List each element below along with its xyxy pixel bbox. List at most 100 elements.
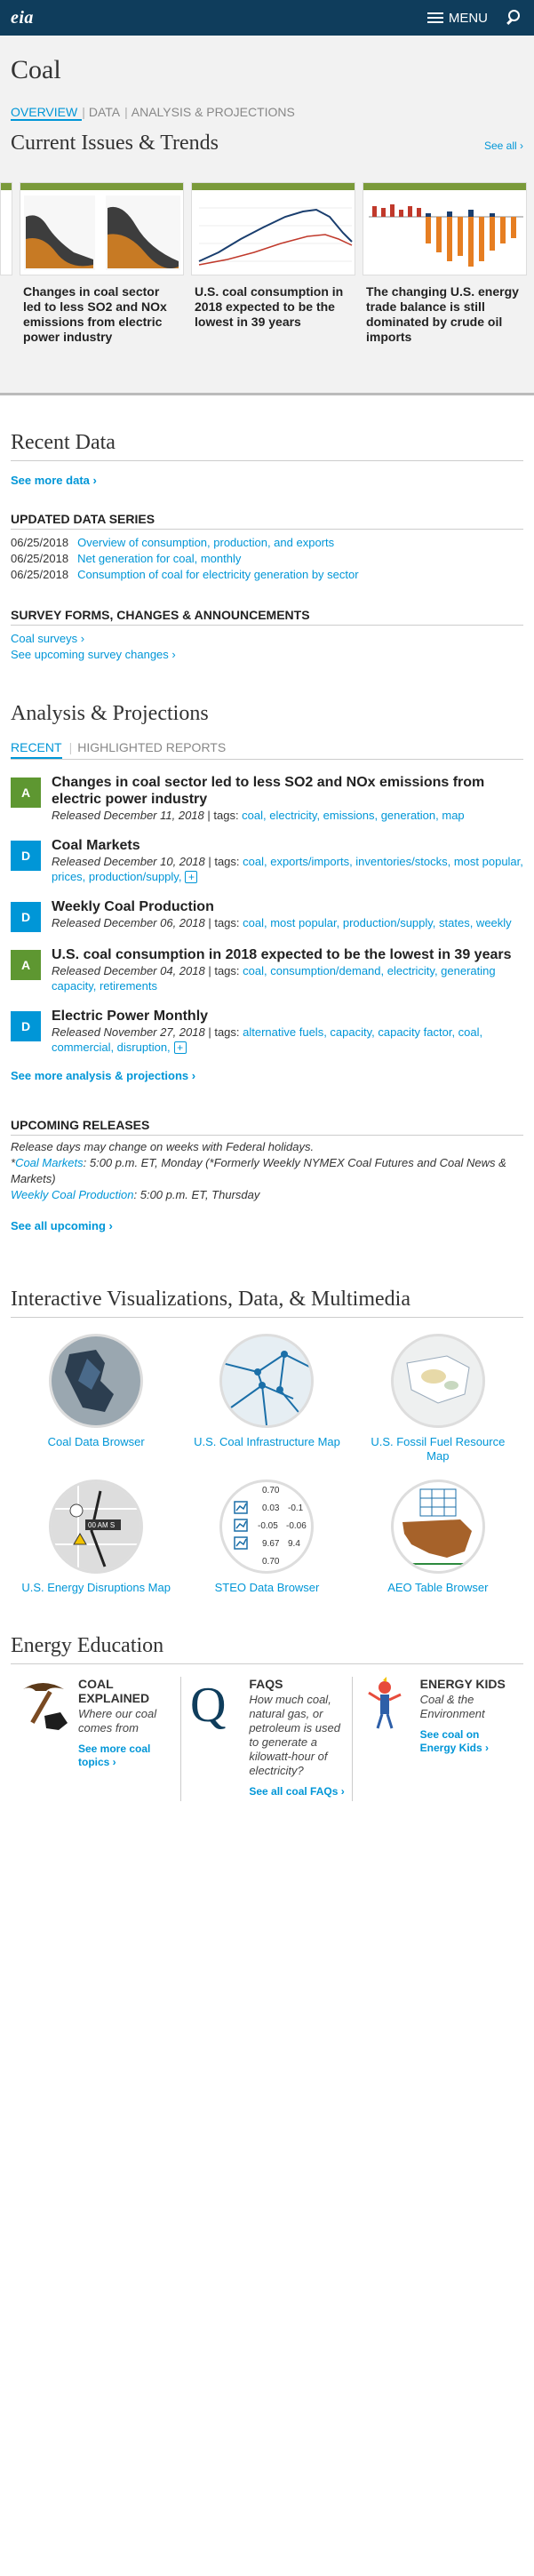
carousel-card[interactable]: U.S. coal consumption in 2018 expected t… (191, 182, 355, 364)
us-map-table-icon (390, 1479, 485, 1574)
steo-value: -0.1 (288, 1503, 304, 1513)
see-all-upcoming-link[interactable]: See all upcoming › (11, 1219, 523, 1232)
data-series-row: 06/25/2018 Overview of consumption, prod… (11, 535, 523, 551)
tab-recent[interactable]: RECENT (11, 740, 62, 759)
report-tags[interactable]: coal, most popular, production/supply, s… (243, 916, 512, 929)
menu-button[interactable]: MENU (426, 11, 488, 26)
subnav-data[interactable]: DATA (89, 105, 124, 121)
coal-markets-link[interactable]: Coal Markets (15, 1156, 84, 1169)
data-series-row: 06/25/2018 Consumption of coal for elect… (11, 567, 523, 583)
viz-coal-infrastructure-map[interactable]: U.S. Coal Infrastructure Map (181, 1334, 352, 1463)
line-chart-thumbnail (191, 182, 355, 275)
bar-chart-thumbnail (363, 182, 527, 275)
steo-value: 0.70 (262, 1557, 280, 1567)
hamburger-icon (426, 12, 443, 23)
steo-value: -0.06 (286, 1521, 307, 1531)
ee-title: ENERGY KIDS (419, 1677, 506, 1691)
trends-carousel: Changes in coal sector led to less SO2 a… (0, 173, 534, 395)
page-header: Coal OVERVIEW | DATA | ANALYSIS & PROJEC… (0, 36, 534, 173)
report-title[interactable]: Coal Markets (52, 837, 523, 854)
viz-label: STEO Data Browser (214, 1581, 320, 1594)
data-series-link[interactable]: Consumption of coal for electricity gene… (77, 567, 359, 583)
carousel-card[interactable]: The changing U.S. energy trade balance i… (363, 182, 527, 364)
report-item: A U.S. coal consumption in 2018 expected… (11, 946, 523, 993)
upcoming-survey-changes-link[interactable]: See upcoming survey changes › (11, 647, 523, 663)
card-title: The changing U.S. energy trade balance i… (366, 284, 519, 344)
steo-value: -0.05 (258, 1521, 278, 1531)
tags-label: | tags: (203, 809, 243, 822)
energy-kids-mascot-icon (358, 1677, 413, 1732)
ee-title: FAQS (249, 1677, 283, 1691)
subnav-analysis-projections[interactable]: ANALYSIS & PROJECTIONS (132, 105, 299, 121)
coal-surveys-link[interactable]: Coal surveys › (11, 631, 523, 647)
disruption-time-label: 00 AM S (88, 1521, 115, 1529)
viz-steo-data-browser[interactable]: 0.70 0.03 -0.1 -0.05 -0.06 9.67 9.4 0.70… (181, 1479, 352, 1595)
report-title[interactable]: Electric Power Monthly (52, 1008, 523, 1025)
map-icon (49, 1334, 144, 1428)
data-badge: D (11, 1011, 41, 1041)
carousel-card[interactable]: Changes in coal sector led to less SO2 a… (20, 182, 184, 364)
ee-desc: How much coal, natural gas, or petroleum… (249, 1693, 340, 1777)
carousel-card-partial[interactable] (0, 182, 12, 364)
see-all-link[interactable]: See all › (484, 140, 523, 152)
energy-education-heading: Energy Education (11, 1634, 523, 1664)
viz-coal-data-browser[interactable]: Coal Data Browser (11, 1334, 181, 1463)
card-title: U.S. coal consumption in 2018 expected t… (195, 284, 344, 329)
data-table-icon: 0.70 0.03 -0.1 -0.05 -0.06 9.67 9.4 0.70 (219, 1479, 315, 1574)
report-item: A Changes in coal sector led to less SO2… (11, 774, 523, 823)
ee-desc: Where our coal comes from (78, 1707, 157, 1735)
report-item: D Weekly Coal Production Released Decemb… (11, 898, 523, 932)
page-footer-space (0, 1801, 534, 2041)
see-more-data-link[interactable]: See more data › (11, 474, 523, 487)
ee-link[interactable]: See more coal topics › (78, 1743, 175, 1769)
viz-fossil-fuel-resource-map[interactable]: U.S. Fossil Fuel Resource Map (353, 1334, 523, 1463)
viz-label: U.S. Energy Disruptions Map (21, 1581, 171, 1594)
data-series-link[interactable]: Net generation for coal, monthly (77, 551, 241, 567)
pickaxe-icon (16, 1677, 71, 1732)
ee-link[interactable]: See coal on Energy Kids › (420, 1728, 518, 1755)
survey-forms-heading: SURVEY FORMS, CHANGES & ANNOUNCEMENTS (11, 608, 523, 626)
more-tags-icon[interactable]: + (185, 871, 198, 883)
data-series-link[interactable]: Overview of consumption, production, and… (77, 535, 334, 551)
eia-logo[interactable]: eia (11, 8, 34, 28)
report-released: Released December 10, 2018 (52, 855, 205, 868)
more-tags-icon[interactable]: + (173, 1041, 187, 1054)
resource-map-icon (390, 1334, 485, 1428)
steo-value: 0.03 (262, 1503, 280, 1513)
viz-label: U.S. Fossil Fuel Resource Map (371, 1435, 506, 1463)
tags-label: | tags: (204, 855, 243, 868)
page-title: Coal (11, 55, 61, 84)
tags-label: | tags: (204, 916, 243, 929)
area-chart-thumbnail (20, 182, 184, 275)
steo-value: 9.4 (288, 1539, 300, 1549)
ee-faqs: Q FAQS How much coal, natural gas, or pe… (181, 1677, 353, 1801)
report-title[interactable]: U.S. coal consumption in 2018 expected t… (52, 946, 523, 963)
coal-markets-release: *Coal Markets: 5:00 p.m. ET, Monday (*Fo… (11, 1156, 506, 1185)
infrastructure-map-icon (219, 1334, 315, 1428)
viz-label: Coal Data Browser (47, 1435, 145, 1448)
report-title[interactable]: Changes in coal sector led to less SO2 a… (52, 774, 523, 808)
see-more-analysis-link[interactable]: See more analysis & projections › (11, 1069, 523, 1082)
viz-energy-disruptions-map[interactable]: 00 AM S U.S. Energy Disruptions Map (11, 1479, 181, 1595)
energy-education-section: Energy Education COAL EXPLAINED Where ou… (0, 1634, 534, 1801)
disruptions-map-icon: 00 AM S (49, 1479, 144, 1574)
report-tags[interactable]: coal, electricity, emissions, generation… (242, 809, 464, 822)
data-series-date: 06/25/2018 (11, 568, 69, 581)
viz-aeo-table-browser[interactable]: AEO Table Browser (353, 1479, 523, 1595)
data-badge: D (11, 902, 41, 932)
search-icon[interactable] (504, 8, 523, 28)
tab-highlighted-reports[interactable]: HIGHLIGHTED REPORTS (77, 740, 235, 759)
upcoming-releases-heading: UPCOMING RELEASES (11, 1118, 523, 1136)
holiday-note: Release days may change on weeks with Fe… (11, 1140, 315, 1153)
ee-link[interactable]: See all coal FAQs › (249, 1785, 346, 1798)
report-title[interactable]: Weekly Coal Production (52, 898, 512, 915)
viz-label: AEO Table Browser (387, 1581, 489, 1594)
weekly-coal-production-link[interactable]: Weekly Coal Production (11, 1188, 134, 1201)
viz-label: U.S. Coal Infrastructure Map (194, 1435, 340, 1448)
top-bar: eia MENU (0, 0, 534, 36)
analysis-section: Analysis & Projections RECENT | HIGHLIGH… (0, 702, 534, 1232)
subnav-overview[interactable]: OVERVIEW (11, 105, 83, 121)
current-issues-heading: Current Issues & Trends (11, 132, 219, 155)
report-released: Released December 04, 2018 (52, 964, 205, 977)
steo-value: 0.70 (262, 1486, 280, 1495)
